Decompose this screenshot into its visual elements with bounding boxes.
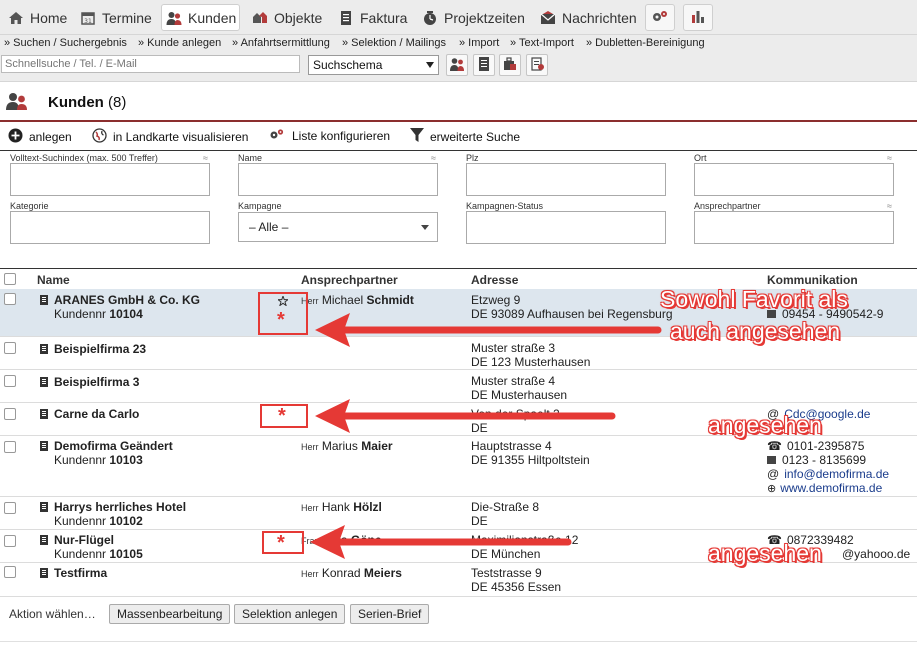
annotation-text-favorite: Sowohl Favorit als bbox=[660, 286, 848, 312]
annotation-text-seen: angesehen bbox=[708, 540, 822, 566]
bulk-actions-bar: Aktion wählen… Massenbearbeitung Selekti… bbox=[0, 600, 917, 628]
annotation-text-seen-combined: auch angesehen bbox=[670, 318, 841, 344]
footer-divider bbox=[0, 641, 917, 642]
annotation-arrow bbox=[315, 313, 662, 347]
create-selection-button[interactable]: Selektion anlegen bbox=[234, 604, 346, 624]
annotation-arrow bbox=[310, 525, 572, 559]
action-select-label: Aktion wählen… bbox=[9, 607, 96, 621]
annotation-arrow bbox=[315, 399, 616, 433]
mass-edit-button[interactable]: Massenbearbeitung bbox=[109, 604, 231, 624]
serial-letter-button[interactable]: Serien-Brief bbox=[350, 604, 430, 624]
annotation-text-seen: angesehen bbox=[708, 412, 822, 438]
